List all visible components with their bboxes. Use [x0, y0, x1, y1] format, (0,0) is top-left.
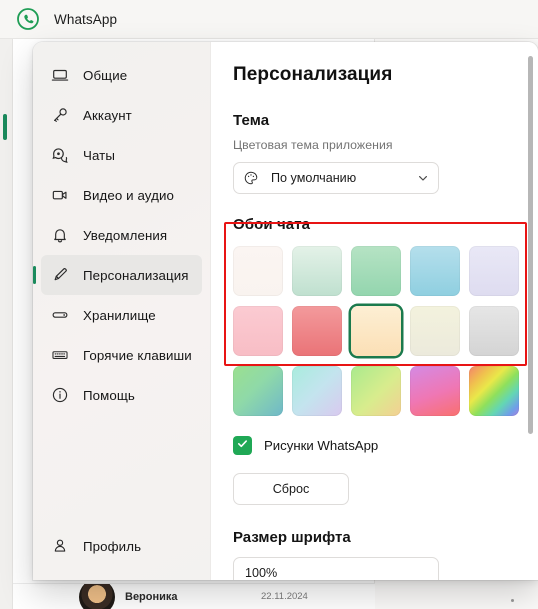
chat-name-label: Вероника [125, 590, 178, 603]
sidebar-item-label: Хранилище [83, 307, 156, 323]
wallpaper-lavender[interactable] [469, 246, 519, 296]
chat-date-label: 22.11.2024 [261, 591, 308, 602]
theme-section-subtitle: Цветовая тема приложения [233, 138, 393, 152]
laptop-icon [47, 66, 73, 84]
settings-sidebar: Общие Аккаунт Чаты Видео и аудио Уведомл… [33, 42, 211, 580]
wallpaper-swatch-grid[interactable] [233, 246, 528, 416]
sidebar-item-video-audio[interactable]: Видео и аудио [41, 175, 202, 215]
theme-select[interactable]: По умолчанию [233, 162, 439, 194]
sidebar-item-label: Помощь [83, 387, 135, 403]
wallpaper-pink[interactable] [233, 306, 283, 356]
scrollbar-thumb[interactable] [528, 56, 533, 434]
storage-icon [47, 306, 73, 324]
font-size-select[interactable]: 100% [233, 557, 439, 580]
sidebar-item-label: Чаты [83, 147, 116, 163]
sidebar-item-chats[interactable]: Чаты [41, 135, 202, 175]
wallpaper-cream[interactable] [233, 246, 283, 296]
selection-indicator [33, 266, 36, 284]
sidebar-item-label: Уведомления [83, 227, 168, 243]
content-scrollbar[interactable] [528, 56, 533, 522]
settings-dialog: Общие Аккаунт Чаты Видео и аудио Уведомл… [33, 42, 538, 580]
doodles-label: Рисунки WhatsApp [264, 438, 379, 453]
sidebar-item-account[interactable]: Аккаунт [41, 95, 202, 135]
wallpaper-rainbow[interactable] [469, 366, 519, 416]
sidebar-item-notifications[interactable]: Уведомления [41, 215, 202, 255]
sidebar-item-profile[interactable]: Профиль [41, 526, 202, 566]
background-chat-list-item[interactable]: Вероника 22.11.2024 [13, 583, 375, 609]
wallpaper-grey[interactable] [469, 306, 519, 356]
whatsapp-logo-icon [16, 7, 40, 31]
app-nav-rail[interactable] [0, 39, 13, 609]
wallpaper-section-title: Обои чата [233, 216, 311, 233]
sidebar-item-label: Видео и аудио [83, 187, 174, 203]
sidebar-item-help[interactable]: Помощь [41, 375, 202, 415]
font-size-section-title: Размер шрифта [233, 529, 351, 546]
sidebar-item-label: Персонализация [83, 267, 189, 283]
doodles-checkbox[interactable] [233, 436, 252, 455]
checkmark-icon [236, 437, 249, 455]
chevron-down-icon [417, 172, 429, 184]
theme-select-value: По умолчанию [271, 171, 357, 185]
key-icon [47, 106, 73, 124]
sidebar-item-general[interactable]: Общие [41, 55, 202, 95]
page-title: Персонализация [233, 64, 393, 85]
sidebar-item-label: Горячие клавиши [83, 347, 192, 363]
conversation-menu-dot [511, 599, 514, 602]
sidebar-item-label: Общие [83, 67, 128, 83]
settings-content: Персонализация Тема Цветовая тема прилож… [211, 42, 538, 580]
chats-icon [47, 146, 73, 164]
wallpaper-aqua-lilac[interactable] [292, 366, 342, 416]
wallpaper-coral[interactable] [292, 306, 342, 356]
nav-rail-active-indicator [3, 114, 7, 140]
wallpaper-peach[interactable] [351, 306, 401, 356]
keyboard-icon [47, 346, 73, 364]
sidebar-item-shortcuts[interactable]: Горячие клавиши [41, 335, 202, 375]
wallpaper-green[interactable] [351, 246, 401, 296]
wallpaper-ivory[interactable] [410, 306, 460, 356]
app-title-bar: WhatsApp [0, 0, 538, 39]
sidebar-item-label: Аккаунт [83, 107, 132, 123]
whatsapp-doodles-row[interactable]: Рисунки WhatsApp [233, 436, 512, 455]
bell-icon [47, 226, 73, 244]
theme-section-title: Тема [233, 112, 270, 129]
wallpaper-sky[interactable] [410, 246, 460, 296]
palette-icon [243, 170, 263, 186]
screen: WhatsApp Вероника 22.11.2024 Общие Аккау… [0, 0, 538, 609]
video-icon [47, 186, 73, 204]
brush-icon [47, 266, 73, 284]
sidebar-item-personalization[interactable]: Персонализация [33, 255, 202, 295]
info-icon [47, 386, 73, 404]
app-title-label: WhatsApp [54, 11, 118, 27]
reset-button[interactable]: Сброс [233, 473, 349, 505]
wallpaper-mint[interactable] [292, 246, 342, 296]
wallpaper-magenta-rose[interactable] [410, 366, 460, 416]
person-icon [47, 537, 73, 555]
sidebar-item-label: Профиль [83, 538, 142, 554]
wallpaper-green-blue[interactable] [233, 366, 283, 416]
sidebar-item-storage[interactable]: Хранилище [41, 295, 202, 335]
avatar [79, 584, 115, 609]
wallpaper-lime-peach[interactable] [351, 366, 401, 416]
